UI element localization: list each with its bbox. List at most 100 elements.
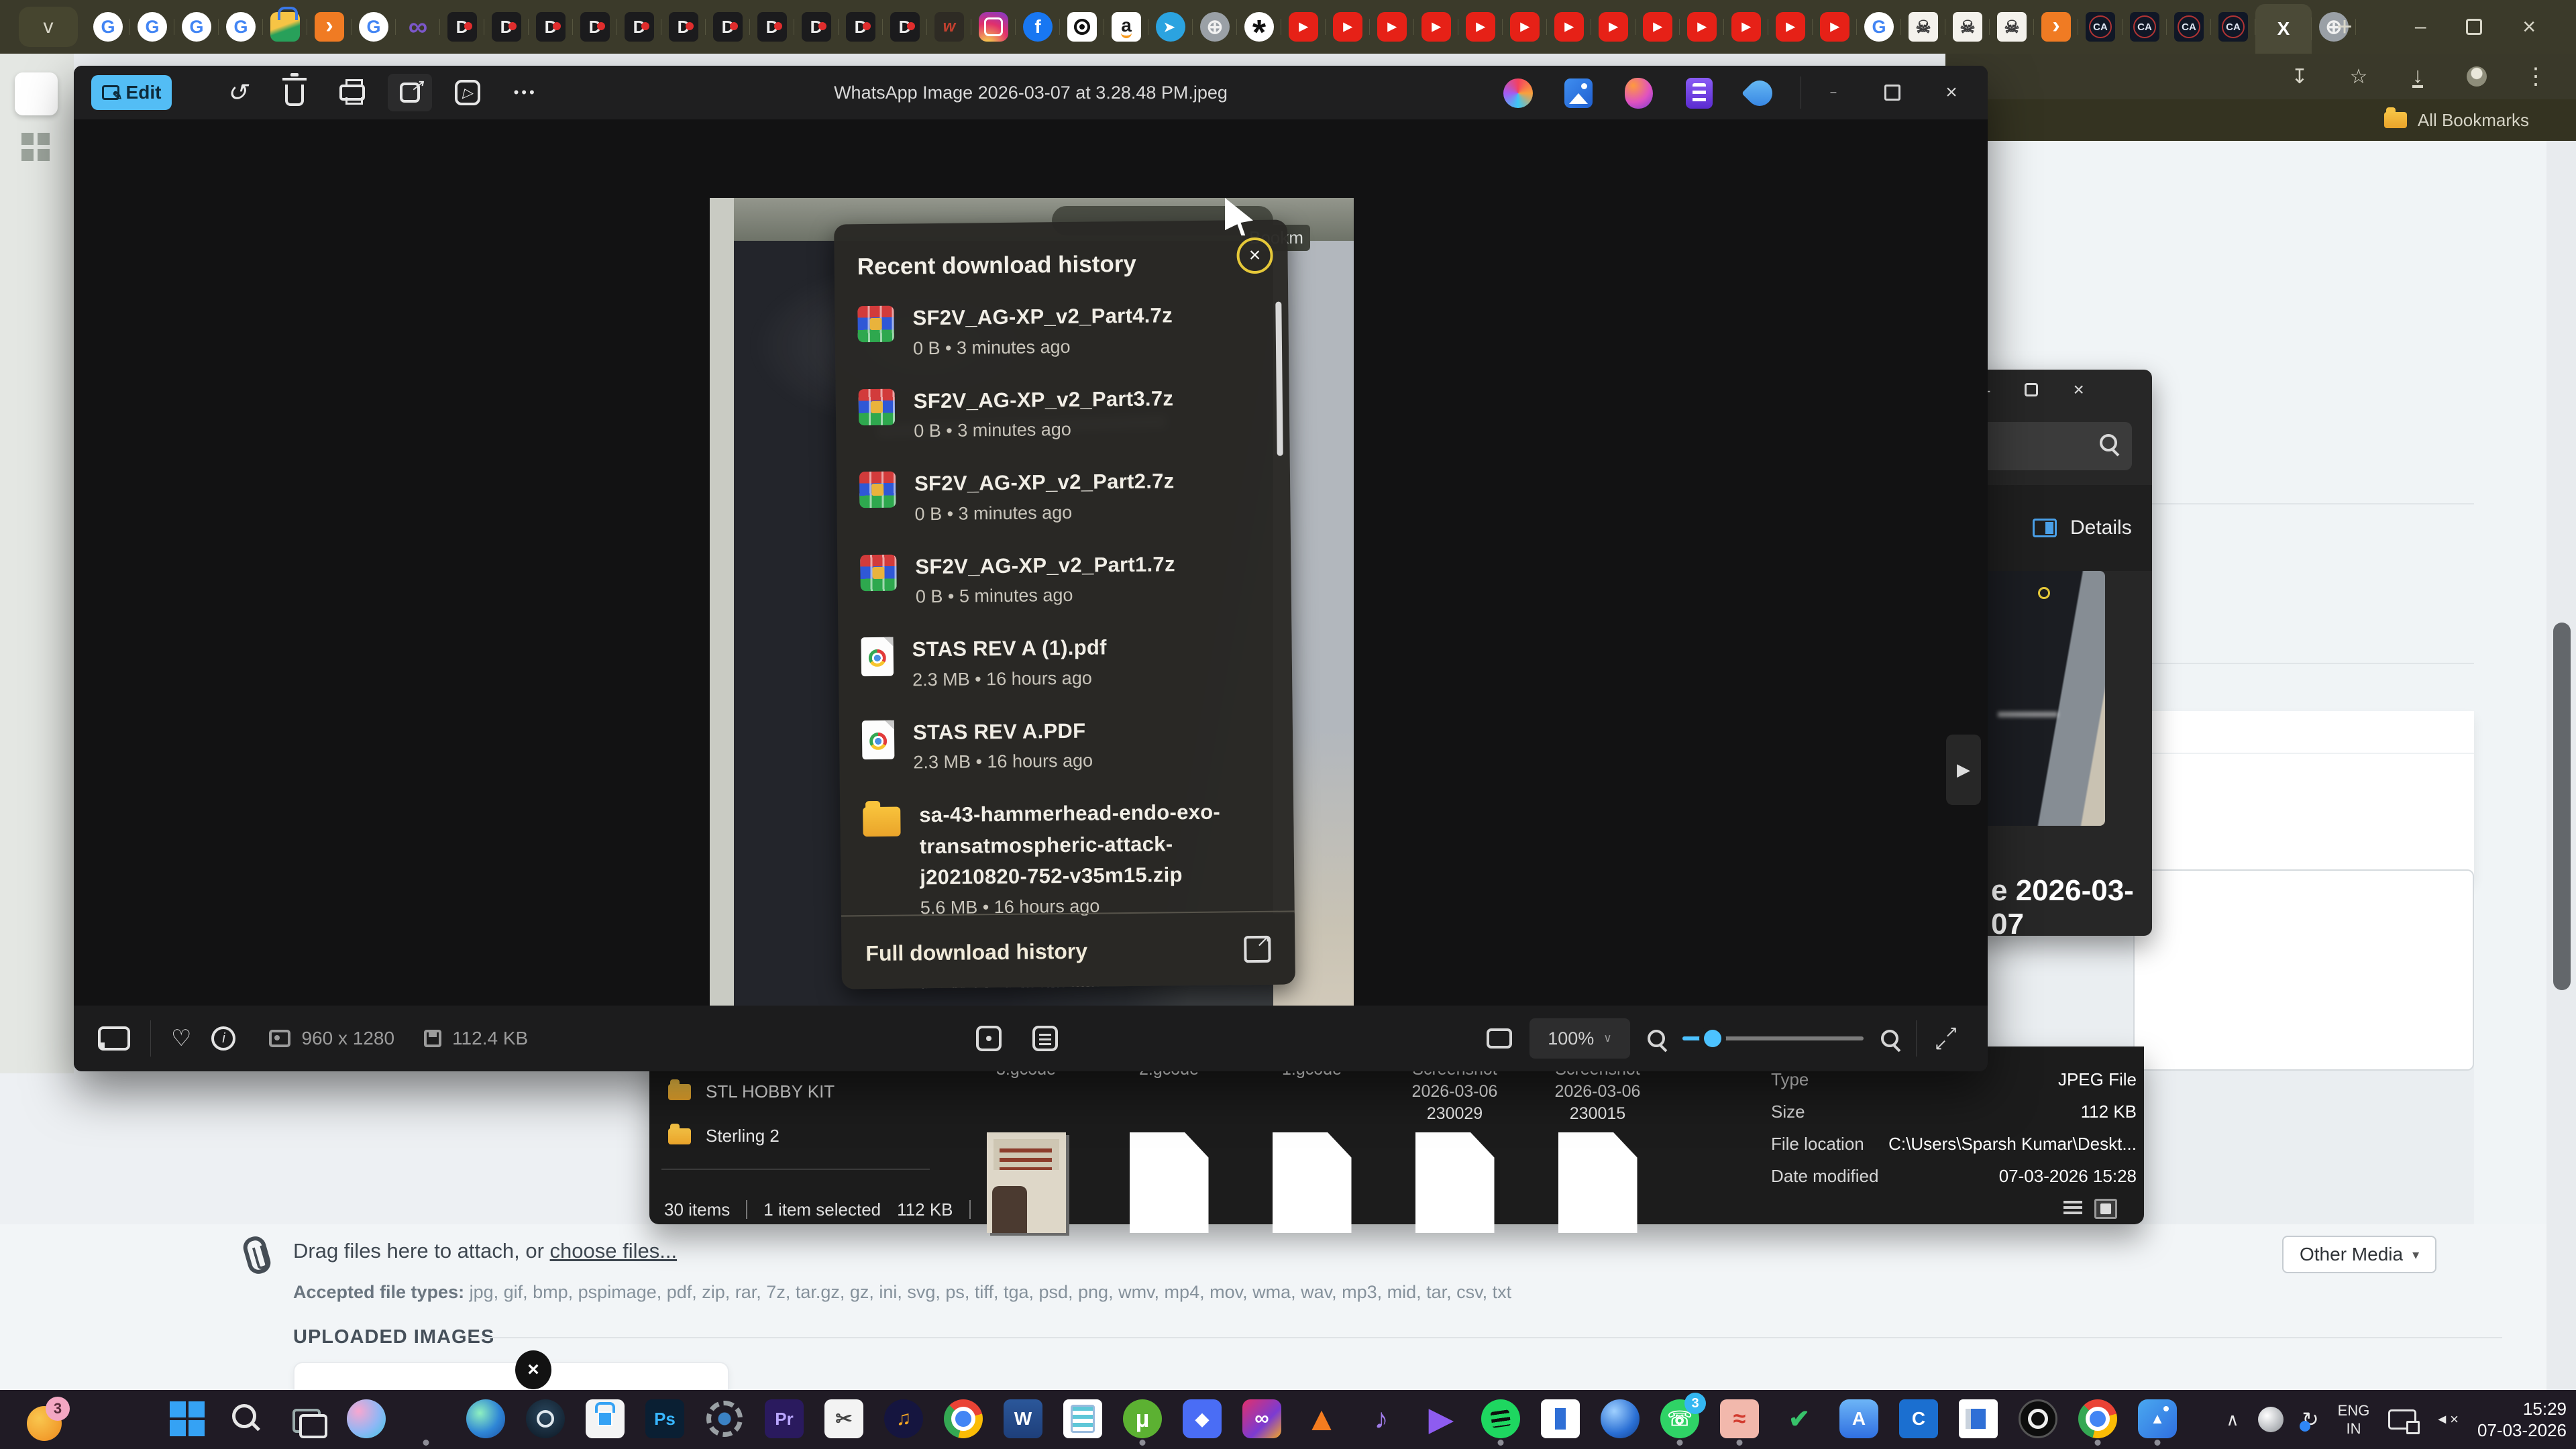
taskbar-clock[interactable]: 15:29 07-03-2026 xyxy=(2477,1398,2567,1441)
explorer-folder-item[interactable]: Sterling 2 xyxy=(668,1126,780,1146)
favorite-heart-icon[interactable] xyxy=(171,1025,191,1052)
taskbar-app-icon[interactable] xyxy=(1780,1399,1819,1438)
all-bookmarks-label[interactable]: All Bookmarks xyxy=(2418,110,2529,131)
browser-tab[interactable] xyxy=(1148,5,1193,48)
browser-tab[interactable] xyxy=(706,5,750,48)
browser-tab[interactable] xyxy=(1945,5,1990,48)
visual-search-icon[interactable] xyxy=(976,1026,1002,1051)
text-extract-icon[interactable] xyxy=(1032,1026,1058,1051)
taskbar-app-icon[interactable] xyxy=(1720,1399,1759,1438)
browser-tab[interactable] xyxy=(1901,5,1945,48)
taskbar-app-icon[interactable] xyxy=(227,1399,266,1438)
browser-tab[interactable] xyxy=(1370,5,1414,48)
zoom-level-dropdown[interactable]: 100% ∨ xyxy=(1529,1018,1630,1059)
minimize-icon[interactable]: – xyxy=(1804,66,1863,119)
taskbar-app-icon[interactable] xyxy=(168,1399,207,1438)
browser-tab[interactable] xyxy=(529,5,573,48)
thumbnail-view-icon[interactable] xyxy=(2094,1199,2117,1219)
browser-tab[interactable] xyxy=(927,5,971,48)
sync-icon[interactable]: ↻ xyxy=(2302,1408,2319,1432)
taskbar-app-icon[interactable] xyxy=(1601,1399,1640,1438)
browser-tab[interactable] xyxy=(130,5,174,48)
app-shortcut-icon[interactable] xyxy=(1563,78,1594,109)
browser-tab[interactable] xyxy=(573,5,617,48)
browser-tab[interactable] xyxy=(396,5,440,48)
browser-tab[interactable] xyxy=(1281,5,1326,48)
browser-tab[interactable] xyxy=(484,5,529,48)
browser-tab[interactable] xyxy=(86,5,130,48)
taskbar-app-icon[interactable] xyxy=(526,1399,565,1438)
browser-tab[interactable] xyxy=(263,5,307,48)
browser-tab[interactable] xyxy=(1724,5,1768,48)
side-panel-grid-icon[interactable] xyxy=(21,133,34,145)
browser-tab[interactable] xyxy=(1680,5,1724,48)
taskbar-app-icon[interactable] xyxy=(2019,1399,2057,1438)
browser-tab[interactable] xyxy=(1104,5,1148,48)
browser-tab[interactable] xyxy=(1813,5,1857,48)
zoom-slider-thumb[interactable] xyxy=(1704,1030,1721,1047)
browser-tab[interactable] xyxy=(174,5,219,48)
viewer-toolbar-icon[interactable] xyxy=(445,74,490,111)
viewer-toolbar-icon[interactable] xyxy=(272,74,317,111)
viewer-toolbar-icon[interactable] xyxy=(503,74,547,111)
taskbar-app-icon[interactable] xyxy=(586,1399,625,1438)
maximize-icon[interactable] xyxy=(1863,66,1922,119)
taskbar-app-icon[interactable] xyxy=(884,1399,923,1438)
browser-scrollbar-track[interactable] xyxy=(2546,141,2576,1390)
browser-tab[interactable] xyxy=(1060,5,1104,48)
zoom-slider[interactable] xyxy=(1682,1036,1864,1040)
browser-tab[interactable] xyxy=(1990,5,2034,48)
side-panel-page-icon[interactable] xyxy=(15,72,58,115)
taskbar-app-icon[interactable] xyxy=(1183,1399,1222,1438)
zoom-out-icon[interactable] xyxy=(1648,1030,1665,1047)
reply-box-card[interactable] xyxy=(2133,869,2474,1071)
taskbar-app-icon[interactable] xyxy=(466,1399,505,1438)
browser-tab[interactable] xyxy=(2255,4,2312,54)
maximize-icon[interactable] xyxy=(2466,19,2482,35)
browser-tab[interactable] xyxy=(1414,5,1458,48)
list-view-icon[interactable] xyxy=(2063,1201,2082,1217)
close-icon[interactable]: × xyxy=(2522,14,2536,40)
other-media-button[interactable]: Other Media ▾ xyxy=(2282,1236,2436,1273)
browser-tab[interactable] xyxy=(1547,5,1591,48)
close-icon[interactable]: × xyxy=(1922,66,1981,119)
zoom-in-icon[interactable] xyxy=(1881,1030,1898,1047)
gallery-details-tab[interactable]: Details xyxy=(1971,485,2152,571)
browser-tab[interactable] xyxy=(440,5,484,48)
taskbar-app-icon[interactable] xyxy=(1362,1399,1401,1438)
taskbar-app-icon[interactable] xyxy=(1959,1399,1998,1438)
taskbar-app-icon[interactable] xyxy=(2138,1399,2177,1438)
tab-search-chevron-button[interactable]: v xyxy=(19,7,78,47)
edit-button[interactable]: Edit xyxy=(91,75,172,110)
browser-tab[interactable] xyxy=(1326,5,1370,48)
taskbar-app-icon[interactable] xyxy=(1063,1399,1102,1438)
browser-tab[interactable] xyxy=(2167,5,2211,48)
browser-tab[interactable] xyxy=(2123,5,2167,48)
hidden-icons-chevron[interactable]: ∧ xyxy=(2226,1409,2239,1430)
taskbar-app-icon[interactable] xyxy=(2078,1399,2117,1438)
minimize-icon[interactable]: – xyxy=(2415,15,2426,38)
browser-tab[interactable] xyxy=(750,5,794,48)
app-shortcut-icon[interactable] xyxy=(1684,78,1715,109)
browser-tab[interactable] xyxy=(1016,5,1060,48)
browser-tab[interactable] xyxy=(2078,5,2123,48)
taskbar-app-icon[interactable] xyxy=(765,1399,804,1438)
fit-to-window-icon[interactable] xyxy=(1487,1028,1512,1049)
app-shortcut-icon[interactable] xyxy=(1623,78,1654,109)
browser-tab[interactable] xyxy=(794,5,839,48)
taskbar-app-icon[interactable]: 3 xyxy=(1660,1399,1699,1438)
info-icon[interactable] xyxy=(211,1026,235,1051)
taskbar-app-icon[interactable] xyxy=(1541,1399,1580,1438)
fullscreen-icon[interactable] xyxy=(1934,1026,1958,1051)
browser-tab[interactable] xyxy=(1591,5,1635,48)
browser-tab[interactable] xyxy=(839,5,883,48)
app-shortcut-icon[interactable] xyxy=(1744,78,1775,109)
gallery-search-input[interactable] xyxy=(1980,422,2132,470)
taskbar-app-icon[interactable] xyxy=(1899,1399,1938,1438)
browser-tab[interactable] xyxy=(1193,5,1237,48)
browser-tab[interactable] xyxy=(1768,5,1813,48)
taskbar-app-icon[interactable] xyxy=(1421,1399,1460,1438)
browser-tab[interactable] xyxy=(1458,5,1503,48)
taskbar-app-icon[interactable] xyxy=(824,1399,863,1438)
gallery-photo-thumbnail[interactable] xyxy=(1971,571,2105,826)
